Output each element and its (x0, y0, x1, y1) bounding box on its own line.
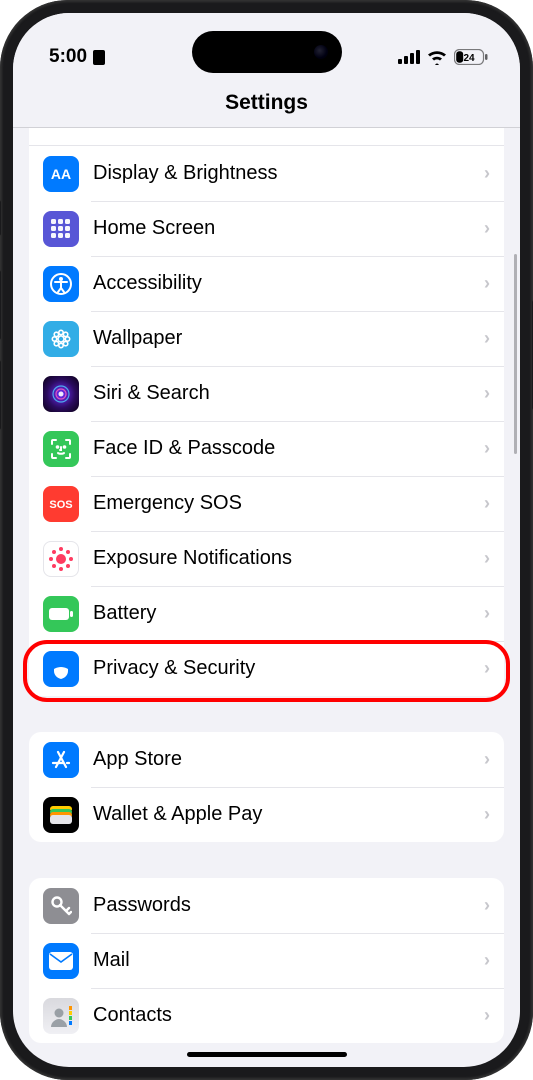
list-row-partial-top (29, 128, 504, 146)
chevron-right-icon: › (484, 603, 490, 624)
row-display-brightness[interactable]: AA Display & Brightness › (29, 146, 504, 201)
phone-frame: 5:00 24 Settings (0, 0, 533, 1080)
row-passwords[interactable]: Passwords › (29, 878, 504, 933)
wallpaper-icon (43, 321, 79, 357)
chevron-right-icon: › (484, 438, 490, 459)
status-right: 24 (398, 49, 488, 65)
volume-up-button (0, 270, 1, 340)
row-label: Contacts (93, 1004, 484, 1027)
status-time: 5:00 (49, 46, 87, 68)
settings-group-general: AA Display & Brightness › Home Screen (29, 146, 504, 696)
chevron-right-icon: › (484, 895, 490, 916)
status-left: 5:00 (49, 46, 105, 68)
row-label: Wallet & Apple Pay (93, 803, 484, 826)
passwords-icon (43, 888, 79, 924)
accessibility-icon (43, 266, 79, 302)
chevron-right-icon: › (484, 548, 490, 569)
chevron-right-icon: › (484, 1005, 490, 1026)
screen: 5:00 24 Settings (13, 13, 520, 1067)
row-emergency-sos[interactable]: SOS Emergency SOS › (29, 476, 504, 531)
chevron-right-icon: › (484, 804, 490, 825)
row-battery[interactable]: Battery › (29, 586, 504, 641)
row-privacy-security[interactable]: Privacy & Security › (29, 641, 504, 696)
battery-icon: 24 (454, 49, 488, 65)
chevron-right-icon: › (484, 658, 490, 679)
row-label: Privacy & Security (93, 657, 484, 680)
settings-list[interactable]: AA Display & Brightness › Home Screen (13, 128, 520, 1067)
row-faceid-passcode[interactable]: Face ID & Passcode › (29, 421, 504, 476)
sos-icon: SOS (43, 486, 79, 522)
row-label: Face ID & Passcode (93, 437, 484, 460)
contacts-icon (43, 998, 79, 1034)
battery-icon (43, 596, 79, 632)
row-accessibility[interactable]: Accessibility › (29, 256, 504, 311)
row-exposure-notifications[interactable]: Exposure Notifications › (29, 531, 504, 586)
volume-down-button (0, 360, 1, 430)
siri-icon (43, 376, 79, 412)
display-icon: AA (43, 156, 79, 192)
chevron-right-icon: › (484, 328, 490, 349)
row-siri-search[interactable]: Siri & Search › (29, 366, 504, 421)
sim-icon (93, 50, 105, 65)
cellular-icon (398, 50, 420, 64)
row-mail[interactable]: Mail › (29, 933, 504, 988)
row-label: App Store (93, 748, 484, 771)
mail-icon (43, 943, 79, 979)
chevron-right-icon: › (484, 383, 490, 404)
chevron-right-icon: › (484, 163, 490, 184)
chevron-right-icon: › (484, 218, 490, 239)
row-wallpaper[interactable]: Wallpaper › (29, 311, 504, 366)
row-label: Passwords (93, 894, 484, 917)
settings-group-store: App Store › Wallet & Apple Pay › (29, 732, 504, 842)
privacy-icon (43, 651, 79, 687)
nav-header: Settings (13, 81, 520, 128)
home-indicator[interactable] (187, 1052, 347, 1057)
dynamic-island (192, 31, 342, 73)
chevron-right-icon: › (484, 950, 490, 971)
row-wallet-apple-pay[interactable]: Wallet & Apple Pay › (29, 787, 504, 842)
page-title: Settings (225, 91, 308, 114)
row-label: Wallpaper (93, 327, 484, 350)
row-label: Exposure Notifications (93, 547, 484, 570)
row-label: Siri & Search (93, 382, 484, 405)
appstore-icon (43, 742, 79, 778)
svg-text:SOS: SOS (49, 499, 72, 511)
row-label: Battery (93, 602, 484, 625)
row-app-store[interactable]: App Store › (29, 732, 504, 787)
row-home-screen[interactable]: Home Screen › (29, 201, 504, 256)
mute-switch (0, 200, 1, 236)
row-label: Home Screen (93, 217, 484, 240)
row-label: Mail (93, 949, 484, 972)
row-contacts[interactable]: Contacts › (29, 988, 504, 1043)
exposure-icon (43, 541, 79, 577)
settings-group-accounts: Passwords › Mail › Contacts › (29, 878, 504, 1043)
wallet-icon (43, 797, 79, 833)
svg-text:AA: AA (51, 166, 71, 182)
wifi-icon (426, 49, 448, 65)
faceid-icon (43, 431, 79, 467)
chevron-right-icon: › (484, 749, 490, 770)
home-screen-icon (43, 211, 79, 247)
chevron-right-icon: › (484, 493, 490, 514)
chevron-right-icon: › (484, 273, 490, 294)
scroll-indicator[interactable] (514, 254, 517, 454)
row-label: Emergency SOS (93, 492, 484, 515)
row-label: Accessibility (93, 272, 484, 295)
svg-text:24: 24 (463, 53, 475, 64)
row-label: Display & Brightness (93, 162, 484, 185)
